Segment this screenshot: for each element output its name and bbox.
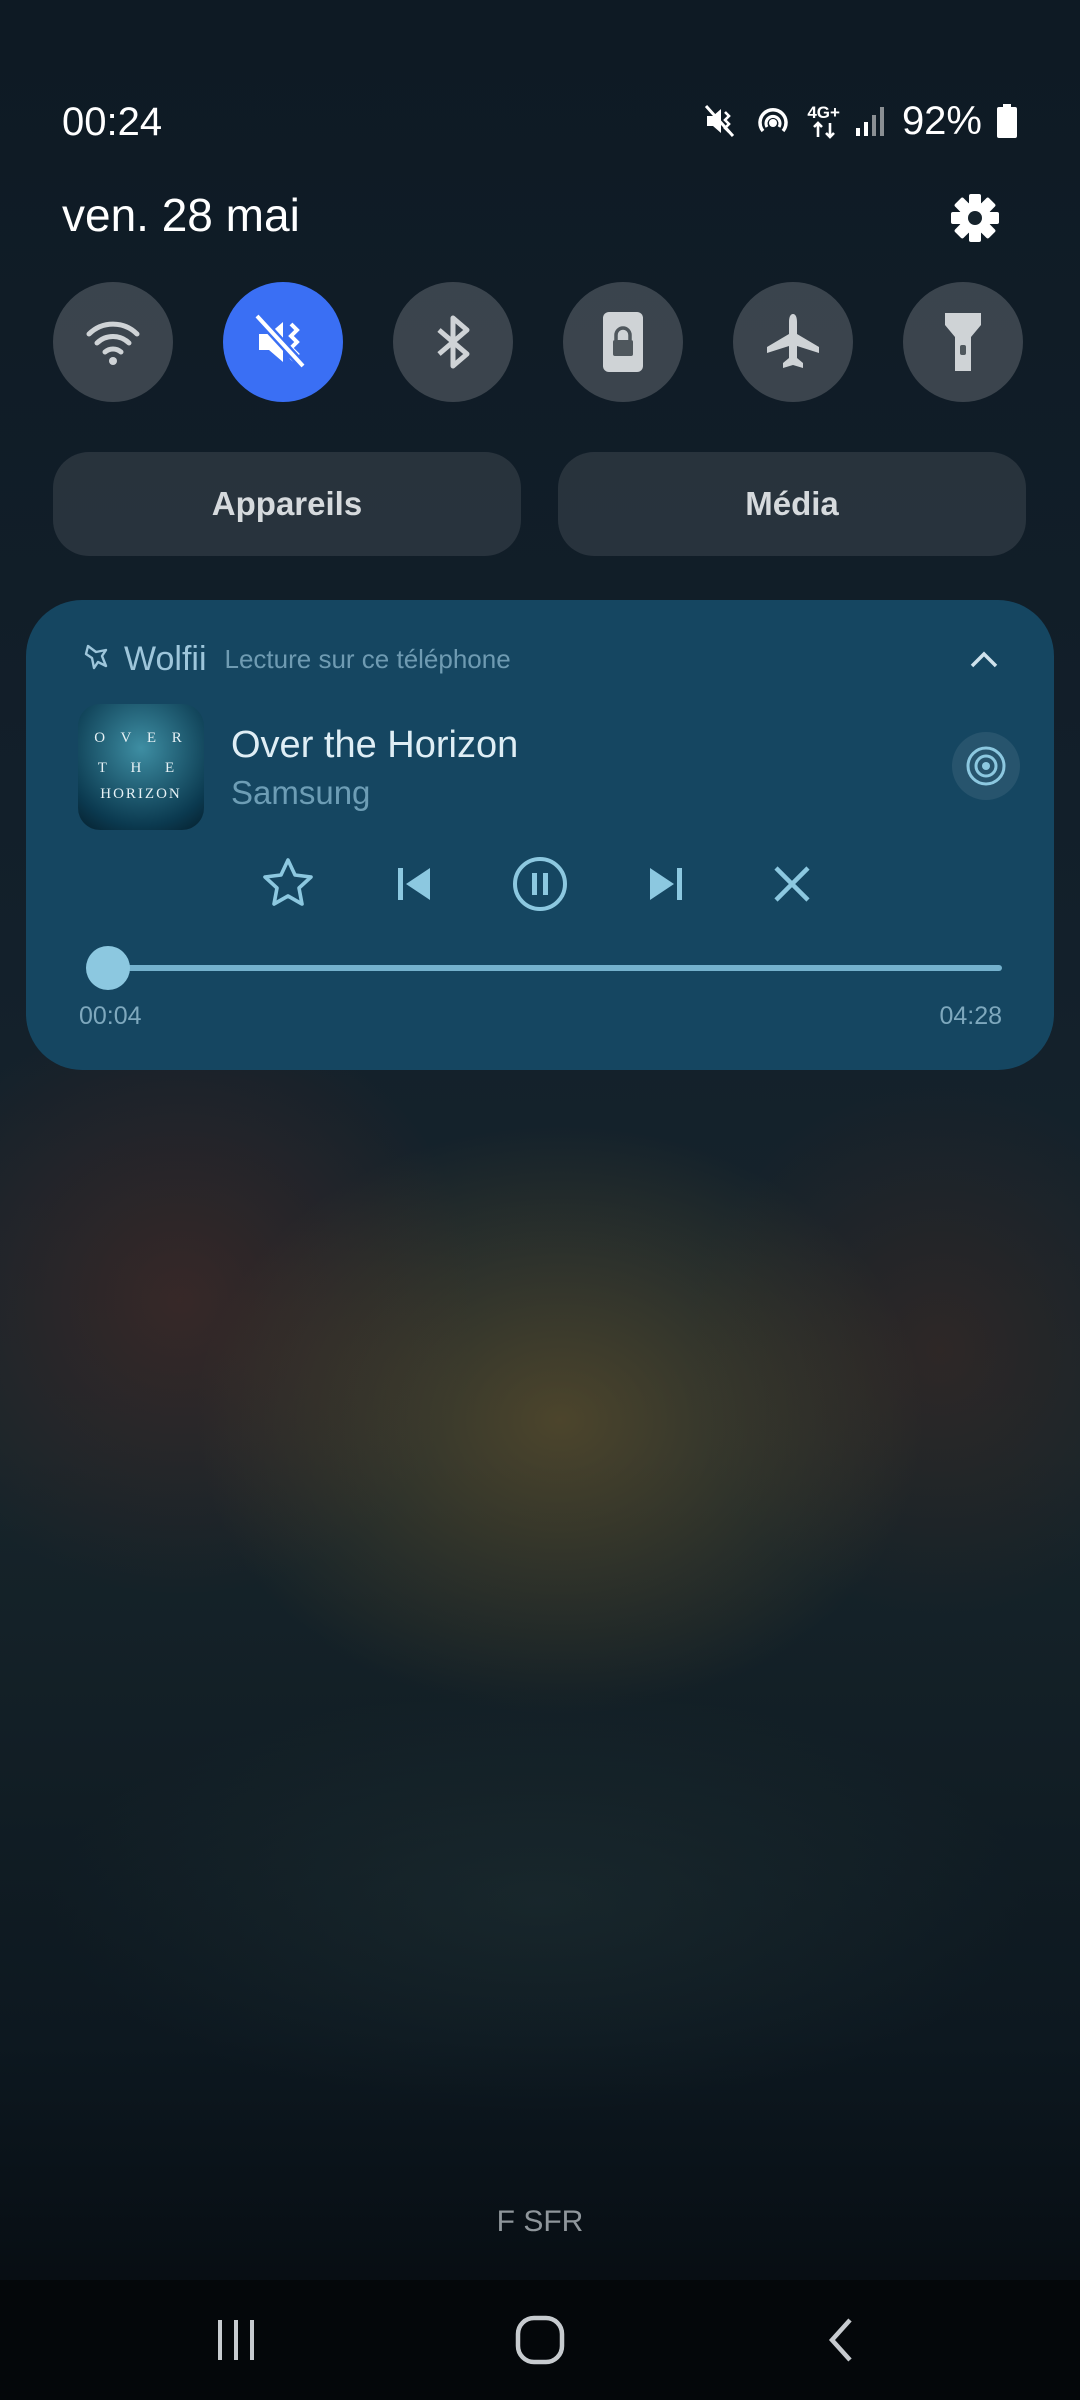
- flashlight-icon: [945, 313, 981, 371]
- wifi-toggle[interactable]: [53, 282, 173, 402]
- navigation-bar: [0, 2280, 1080, 2400]
- wolfii-app-icon: [82, 642, 112, 677]
- signal-icon: [854, 104, 888, 138]
- network-label: 4G+: [807, 102, 840, 122]
- next-icon: [650, 868, 682, 900]
- album-artwork: O V E R T H E HORIZON: [78, 704, 204, 830]
- bluetooth-icon: [437, 315, 470, 369]
- home-button[interactable]: [500, 2308, 580, 2372]
- track-artist: Samsung: [231, 774, 371, 811]
- mute-vibrate-icon: [703, 103, 739, 139]
- back-icon: [828, 2318, 852, 2362]
- sound-mode-toggle[interactable]: [223, 282, 343, 402]
- previous-button[interactable]: [382, 852, 446, 916]
- track-title: Over the Horizon: [231, 724, 519, 766]
- bluetooth-toggle[interactable]: [393, 282, 513, 402]
- output-device-icon: [966, 746, 1006, 786]
- artwork-text-line: HORIZON: [100, 786, 182, 802]
- status-icons: 4G+ 92%: [703, 96, 1018, 146]
- close-button[interactable]: [760, 852, 824, 916]
- favorite-button[interactable]: [256, 852, 320, 916]
- home-icon: [515, 2315, 565, 2365]
- hotspot-icon: [753, 103, 793, 139]
- progress-track[interactable]: [94, 965, 1002, 971]
- battery-icon: [996, 103, 1018, 139]
- artwork-text-line: T H E: [97, 760, 185, 776]
- next-button[interactable]: [634, 852, 698, 916]
- pause-button[interactable]: [508, 852, 572, 916]
- airplane-toggle[interactable]: [733, 282, 853, 402]
- elapsed-time: 00:04: [79, 1002, 142, 1030]
- status-time: 00:24: [62, 100, 163, 144]
- carrier-label: F SFR: [496, 2205, 584, 2238]
- star-icon: [263, 858, 313, 906]
- total-duration: 04:28: [939, 1002, 1002, 1030]
- media-player-card: Wolfii Lecture sur ce téléphone O V E R …: [26, 600, 1054, 1070]
- media-button[interactable]: Média: [558, 452, 1026, 556]
- flashlight-toggle[interactable]: [903, 282, 1023, 402]
- recent-apps-icon: [218, 2320, 254, 2360]
- media-app-name: Wolfii: [124, 640, 207, 678]
- previous-icon: [398, 868, 430, 900]
- back-button[interactable]: [802, 2308, 882, 2372]
- media-app-header: Wolfii Lecture sur ce téléphone: [82, 640, 511, 679]
- recent-apps-button[interactable]: [196, 2308, 276, 2372]
- artwork-text-line: O V E R: [94, 730, 188, 746]
- close-icon: [774, 866, 810, 902]
- panel-date: ven. 28 mai: [62, 189, 300, 241]
- output-device-button[interactable]: [952, 732, 1020, 800]
- mute-icon: [253, 312, 307, 370]
- devices-button[interactable]: Appareils: [53, 452, 521, 556]
- gear-icon[interactable]: [945, 188, 1005, 248]
- pause-icon: [513, 857, 567, 911]
- progress-thumb[interactable]: [85, 946, 130, 990]
- screen-lock-toggle[interactable]: [563, 282, 683, 402]
- wifi-icon: [86, 321, 140, 365]
- airplane-icon: [767, 314, 819, 368]
- battery-percent: 92%: [901, 98, 982, 143]
- screen-lock-icon: [603, 312, 643, 372]
- quick-settings: [53, 282, 1025, 402]
- chevron-up-icon[interactable]: [964, 640, 1004, 680]
- mobile-data-icon: 4G+: [807, 104, 840, 139]
- media-output-label: Lecture sur ce téléphone: [224, 644, 511, 674]
